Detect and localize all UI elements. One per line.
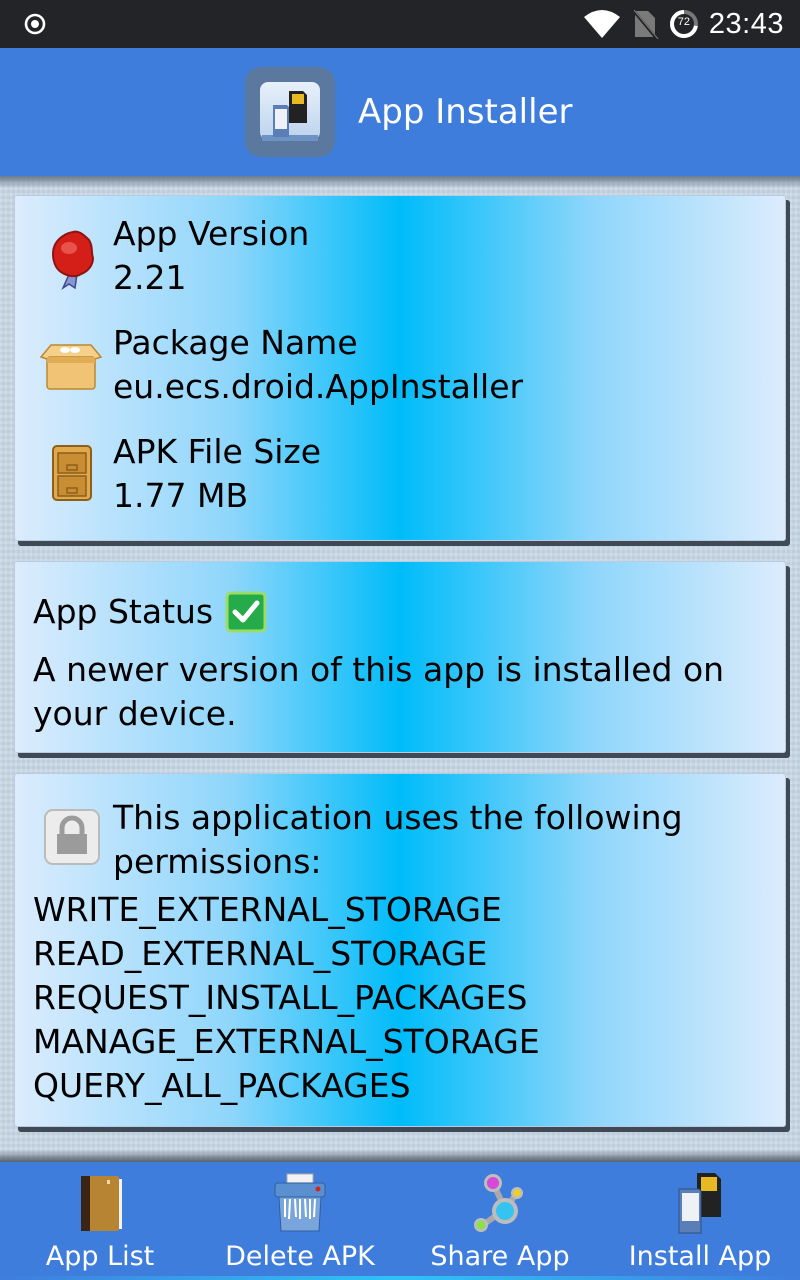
file-cabinet-icon <box>52 445 92 501</box>
delete-apk-button[interactable]: Delete APK <box>200 1162 400 1280</box>
nav-bottom-accent <box>0 1276 800 1280</box>
app-version-label: App Version <box>113 214 310 253</box>
package-name-row: Package Name eu.ecs.droid.AppInstaller <box>15 323 785 413</box>
wax-seal-ribbon-icon <box>51 230 95 291</box>
app-version-row: App Version 2.21 <box>15 214 785 304</box>
shredder-icon <box>274 1173 326 1232</box>
permission-item: QUERY_ALL_PACKAGES <box>33 1066 411 1105</box>
permission-item: MANAGE_EXTERNAL_STORAGE <box>33 1022 540 1061</box>
install-app-button[interactable]: Install App <box>600 1162 800 1280</box>
app-status-message: A newer version of this app is installed… <box>33 650 725 733</box>
permissions-intro: This application uses the following perm… <box>113 798 683 881</box>
permissions-card: This application uses the following perm… <box>14 773 786 1127</box>
app-header: App Installer <box>0 48 800 176</box>
green-checkbox-icon <box>225 591 267 633</box>
app-list-label: App List <box>45 1241 155 1272</box>
share-app-label: Share App <box>430 1241 570 1272</box>
package-name-label: Package Name <box>113 323 358 362</box>
apk-size-label: APK File Size <box>113 432 322 471</box>
wifi-icon <box>583 10 620 38</box>
apk-size-value: 1.77 MB <box>113 476 249 515</box>
permission-item: READ_EXTERNAL_STORAGE <box>33 934 488 973</box>
share-app-button[interactable]: Share App <box>400 1162 600 1280</box>
install-app-label: Install App <box>628 1241 772 1272</box>
battery-level: 72 <box>677 16 691 28</box>
bottom-nav: App List Delete APK Share App Install Ap… <box>0 1162 800 1280</box>
app-info-card: App Version 2.21 Package Name eu.ecs.dro… <box>14 195 786 541</box>
app-installer-sd-card-icon <box>245 67 335 157</box>
permission-item: WRITE_EXTERNAL_STORAGE <box>33 890 502 929</box>
permission-item: REQUEST_INSTALL_PACKAGES <box>33 978 528 1017</box>
status-bar: 72 23:43 <box>0 0 800 48</box>
app-status-title: App Status <box>33 592 214 631</box>
delete-apk-label: Delete APK <box>225 1241 375 1272</box>
permissions-list: WRITE_EXTERNAL_STORAGE READ_EXTERNAL_STO… <box>33 888 540 1108</box>
address-book-icon <box>81 1176 122 1231</box>
app-status-header: App Status <box>33 590 267 634</box>
content-area: App Version 2.21 Package Name eu.ecs.dro… <box>0 176 800 1162</box>
app-title: App Installer <box>358 92 573 132</box>
no-sim-icon <box>631 9 659 39</box>
padlock-icon <box>44 809 100 865</box>
app-version-value: 2.21 <box>113 258 187 297</box>
battery-indicator: 72 <box>669 9 699 39</box>
package-name-value: eu.ecs.droid.AppInstaller <box>113 367 524 406</box>
open-box-icon <box>39 344 103 390</box>
app-list-button[interactable]: App List <box>0 1162 200 1280</box>
share-nodes-icon <box>474 1174 523 1232</box>
sd-card-install-icon <box>678 1173 721 1234</box>
app-status-card: App Status A newer version of this app i… <box>14 561 786 753</box>
clock: 23:43 <box>708 7 784 40</box>
location-target-icon <box>24 13 46 35</box>
apk-size-row: APK File Size 1.77 MB <box>15 432 785 522</box>
